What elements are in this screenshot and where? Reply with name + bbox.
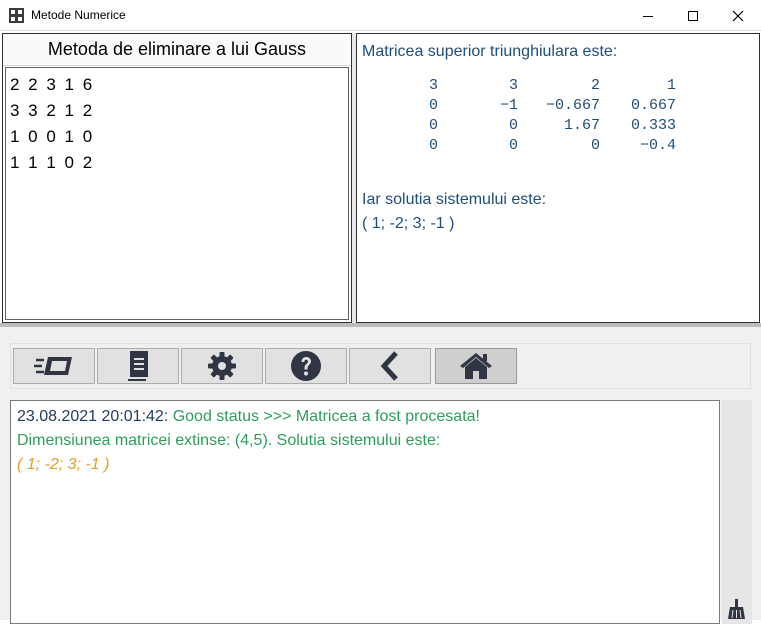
triangular-matrix: 3 3 2 1 0 −1 −0.667 0.667 0 0 1.67 0.333… <box>401 75 676 155</box>
home-button[interactable] <box>435 348 517 384</box>
log-solution-line: ( 1; -2; 3; -1 ) <box>17 456 110 473</box>
input-line: 1 0 0 1 0 <box>10 127 95 146</box>
matrix-cell: 3 <box>508 76 518 94</box>
matrix-cell: 0 <box>590 136 600 154</box>
settings-button[interactable] <box>181 348 263 384</box>
log-status: Good status >>> Matricea a fost procesat… <box>172 408 480 425</box>
matrix-input-area[interactable]: 2 2 3 1 6 3 3 2 1 2 1 0 0 1 0 1 1 1 0 2 <box>5 67 349 320</box>
minimize-button[interactable] <box>625 0 671 31</box>
process-button[interactable] <box>13 348 95 384</box>
matrix-cell: −0.4 <box>639 136 676 154</box>
clear-log-button[interactable] <box>725 597 749 621</box>
help-icon <box>291 351 321 381</box>
minimize-icon <box>643 15 653 17</box>
document-button[interactable] <box>97 348 179 384</box>
result-heading: Matricea superior triunghiulara este: <box>362 43 618 60</box>
input-line: 1 1 1 0 2 <box>10 153 95 172</box>
matrix-cell: 0 <box>428 96 438 114</box>
document-icon <box>126 351 148 381</box>
matrix-cell: −1 <box>499 96 518 114</box>
matrix-cell: 0.333 <box>630 116 676 134</box>
solution-value: ( 1; -2; 3; -1 ) <box>362 215 455 232</box>
input-line: 3 3 2 1 2 <box>10 101 95 120</box>
matrix-cell: 0.667 <box>630 96 676 114</box>
maximize-button[interactable] <box>670 0 716 31</box>
matrix-cell: 0 <box>428 136 438 154</box>
fast-forward-card-icon <box>34 357 72 375</box>
matrix-cell: 3 <box>428 76 438 94</box>
matrix-cell: 1.67 <box>563 116 600 134</box>
help-button[interactable] <box>265 348 347 384</box>
result-panel: Matricea superior triunghiulara este: 3 … <box>356 33 760 323</box>
chevron-left-icon <box>380 351 398 381</box>
toolbar <box>10 343 751 389</box>
matrix-cell: 1 <box>666 76 676 94</box>
lower-panel: 23.08.2021 20:01:42: Good status >>> Mat… <box>0 323 761 624</box>
log-side-strip <box>722 400 752 624</box>
app-icon <box>9 8 24 23</box>
input-line: 2 2 3 1 6 <box>10 75 95 94</box>
matrix-cell: 2 <box>590 76 600 94</box>
maximize-icon <box>688 10 698 21</box>
solution-label: Iar solutia sistemului este: <box>362 191 547 208</box>
home-icon <box>460 353 492 379</box>
log-dimension-line: Dimensiunea matricei extinse: (4,5). Sol… <box>17 432 441 449</box>
matrix-cell: −0.667 <box>545 96 600 114</box>
log-output[interactable]: 23.08.2021 20:01:42: Good status >>> Mat… <box>10 400 720 624</box>
method-title: Metoda de eliminare a lui Gauss <box>3 34 351 66</box>
log-timestamp: 23.08.2021 20:01:42: <box>17 408 169 425</box>
close-icon <box>732 10 744 21</box>
matrix-row: 0 0 1.67 0.333 <box>401 115 676 135</box>
gear-icon <box>208 352 236 380</box>
log-line: 23.08.2021 20:01:42: Good status >>> Mat… <box>17 405 713 429</box>
matrix-row: 0 −1 −0.667 0.667 <box>401 95 676 115</box>
matrix-row: 0 0 0 −0.4 <box>401 135 676 155</box>
input-panel: Metoda de eliminare a lui Gauss 2 2 3 1 … <box>2 33 352 323</box>
title-bar[interactable]: Metode Numerice <box>0 0 761 31</box>
broom-icon <box>728 599 745 619</box>
matrix-cell: 0 <box>428 116 438 134</box>
back-button[interactable] <box>349 348 431 384</box>
matrix-cell: 0 <box>508 116 518 134</box>
matrix-cell: 0 <box>508 136 518 154</box>
matrix-row: 3 3 2 1 <box>401 75 676 95</box>
close-button[interactable] <box>715 0 761 31</box>
window-title: Metode Numerice <box>31 8 126 22</box>
